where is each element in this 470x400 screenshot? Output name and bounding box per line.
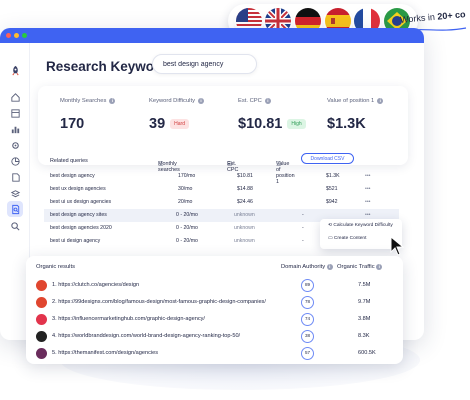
- favicon: [36, 331, 47, 342]
- metric-value: $1.3K: [327, 116, 366, 132]
- sort-icon: ☰: [227, 162, 233, 168]
- download-csv-button[interactable]: Download CSV: [301, 153, 354, 164]
- organic-traffic-value: 600.5K: [358, 350, 376, 356]
- settings-icon[interactable]: [7, 137, 23, 153]
- metric-value: 39: [149, 116, 166, 132]
- bar-chart-icon[interactable]: [7, 121, 23, 137]
- keyword-search-input[interactable]: [152, 54, 257, 74]
- result-url[interactable]: 2. https://99designs.com/blog/famous-des…: [52, 299, 266, 305]
- col-organic-traffic[interactable]: Organic Traffic i: [337, 264, 383, 270]
- minimize-dot[interactable]: [14, 33, 19, 38]
- document-search-icon[interactable]: [7, 201, 23, 217]
- organic-row[interactable]: 4. https://worldbranddesign.com/world-br…: [36, 329, 396, 345]
- menu-item-calculate-difficulty[interactable]: ⟲ Calculate Keyword Difficulty: [328, 223, 393, 228]
- layers-icon[interactable]: [7, 185, 23, 201]
- table-row[interactable]: best ux design agencies 30/mo $14.88 $521 …: [44, 183, 399, 196]
- info-icon[interactable]: i: [197, 98, 204, 104]
- result-url[interactable]: 4. https://worldbranddesign.com/world-br…: [52, 333, 240, 339]
- pie-chart-icon[interactable]: [7, 153, 23, 169]
- favicon: [36, 348, 47, 359]
- table-row[interactable]: best ui ux design agencies 20/mo $24.46 $9…: [44, 196, 399, 209]
- search-icon[interactable]: [7, 218, 23, 234]
- organic-results-card: Organic results Domain Authority i Organ…: [26, 256, 403, 364]
- info-icon[interactable]: i: [264, 98, 271, 104]
- result-url[interactable]: 3. https://influencermarketinghub.com/gr…: [52, 316, 205, 322]
- metric-keyword-difficulty: Keyword Difficulty i 39 Hard: [149, 98, 204, 132]
- sort-icon: ☰: [158, 162, 164, 168]
- metric-label: Value of position 1: [327, 98, 375, 104]
- domain-authority-badge: 38: [301, 330, 314, 343]
- organic-row[interactable]: 3. https://influencermarketinghub.com/gr…: [36, 312, 396, 328]
- close-dot[interactable]: [6, 33, 11, 38]
- domain-authority-badge: 57: [301, 347, 314, 360]
- more-icon: •••: [365, 212, 371, 218]
- metric-label: Keyword Difficulty: [149, 98, 195, 104]
- organic-traffic-value: 8.3K: [358, 333, 370, 339]
- metric-label: Monthly Searches: [60, 98, 107, 104]
- maximize-dot[interactable]: [22, 33, 27, 38]
- sort-icon: ☰: [276, 162, 282, 168]
- window-titlebar: [0, 28, 424, 43]
- domain-authority-badge: 78: [301, 296, 314, 309]
- more-icon: •••: [365, 186, 371, 192]
- metric-est-cpc: Est. CPC i $10.81 High: [238, 98, 306, 132]
- mouse-cursor-icon: [390, 236, 404, 256]
- favicon: [36, 280, 47, 291]
- organic-row[interactable]: 1. https://clutch.co/agencies/design 89 …: [36, 278, 396, 294]
- info-icon[interactable]: i: [377, 98, 384, 104]
- info-icon: i: [326, 264, 333, 270]
- table-row[interactable]: best design agency 170/mo $10.81 $1.3K •••: [44, 170, 399, 183]
- result-url[interactable]: 1. https://clutch.co/agencies/design: [52, 282, 139, 288]
- page-icon[interactable]: [7, 169, 23, 185]
- home-icon[interactable]: [7, 89, 23, 105]
- high-badge: High: [287, 119, 306, 129]
- organic-results-title: Organic results: [36, 264, 75, 270]
- metric-value: 170: [60, 116, 85, 132]
- metrics-card: Monthly Searches i 170 Keyword Difficulty…: [38, 86, 408, 165]
- metric-value-position-1: Value of position 1i $1.3K: [327, 98, 384, 132]
- organic-row[interactable]: 2. https://99designs.com/blog/famous-des…: [36, 295, 396, 311]
- result-url[interactable]: 5. https://themanifest.com/design/agenci…: [52, 350, 158, 356]
- info-icon[interactable]: i: [109, 98, 116, 104]
- organic-traffic-value: 7.5M: [358, 282, 371, 288]
- info-icon: i: [376, 264, 383, 270]
- rocket-icon[interactable]: [7, 62, 23, 78]
- more-icon: •••: [365, 199, 371, 205]
- organic-traffic-value: 9.7M: [358, 299, 371, 305]
- menu-item-create-content[interactable]: ▭ Create Content: [328, 236, 366, 241]
- metric-monthly-searches: Monthly Searches i 170: [60, 98, 116, 132]
- organic-traffic-value: 3.8M: [358, 316, 371, 322]
- layout-icon[interactable]: [7, 105, 23, 121]
- favicon: [36, 314, 47, 325]
- favicon: [36, 297, 47, 308]
- hard-badge: Hard: [170, 119, 189, 129]
- metric-label: Est. CPC: [238, 98, 262, 104]
- organic-row[interactable]: 5. https://themanifest.com/design/agenci…: [36, 346, 396, 362]
- col-domain-authority[interactable]: Domain Authority i: [281, 264, 333, 270]
- domain-authority-badge: 74: [301, 313, 314, 326]
- domain-authority-badge: 89: [301, 279, 314, 292]
- col-related-queries: Related queries: [50, 158, 88, 164]
- metric-value: $10.81: [238, 116, 283, 132]
- more-icon: •••: [365, 173, 371, 179]
